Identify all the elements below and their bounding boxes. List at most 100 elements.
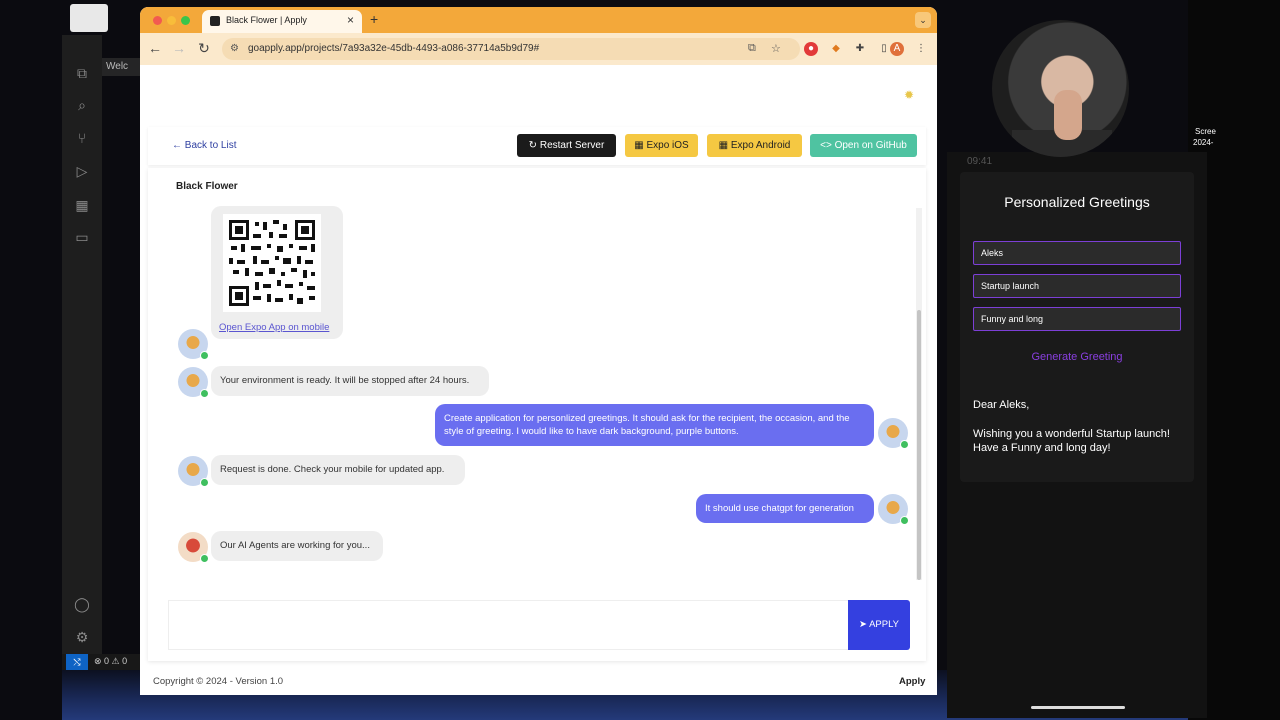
vscode-tab-label: Welc bbox=[106, 61, 129, 72]
source-control-icon[interactable]: ⑂ bbox=[74, 130, 90, 146]
explorer-icon[interactable]: ⧉ bbox=[74, 65, 90, 81]
online-status-dot bbox=[200, 478, 209, 487]
restart-server-label: Restart Server bbox=[539, 140, 605, 151]
qr-icon: ▦ bbox=[718, 140, 729, 151]
tab-close-icon[interactable]: × bbox=[347, 13, 354, 27]
expo-ios-button[interactable]: ▦ Expo iOS bbox=[625, 134, 698, 157]
settings-gear-icon[interactable]: ⚙ bbox=[74, 629, 90, 645]
agent-avatar bbox=[178, 456, 209, 487]
greeting-app-screen: Personalized Greetings Aleks Startup lau… bbox=[960, 172, 1194, 482]
chat-scrollbar-thumb[interactable] bbox=[917, 310, 921, 580]
problems-count[interactable]: ⊗ 0 ⚠ 0 bbox=[94, 656, 127, 667]
remote-explorer-icon[interactable]: ▭ bbox=[74, 229, 90, 245]
project-title: Black Flower bbox=[176, 181, 238, 192]
maximize-window-button[interactable] bbox=[181, 16, 190, 25]
desktop-screenshot-date: 2024- bbox=[1193, 138, 1214, 147]
extension-red-icon[interactable]: ● bbox=[804, 42, 818, 56]
chat-card: Black Flower Open Expo App on mobile You… bbox=[148, 168, 926, 661]
back-arrow-icon[interactable]: ← bbox=[146, 40, 164, 56]
search-icon[interactable]: ⌕ bbox=[74, 97, 90, 113]
phone-status-time: 09:41 bbox=[967, 156, 993, 167]
minimize-window-button[interactable] bbox=[167, 16, 176, 25]
online-status-dot bbox=[200, 554, 209, 563]
extensions-icon[interactable]: ▦ bbox=[74, 197, 90, 213]
app-title: Personalized Greetings bbox=[1004, 194, 1150, 210]
apply-button[interactable]: ➤ APPLY bbox=[848, 600, 910, 650]
ai-agent-avatar bbox=[178, 532, 209, 563]
user-message: It should use chatgpt for generation bbox=[696, 494, 874, 523]
run-debug-icon[interactable]: ▷ bbox=[74, 163, 90, 179]
generated-greeting: Dear Aleks, Wishing you a wonderful Star… bbox=[973, 398, 1183, 455]
expo-android-button[interactable]: ▦ Expo Android bbox=[707, 134, 802, 157]
favicon-icon bbox=[210, 16, 220, 26]
agent-message: Our AI Agents are working for you... bbox=[211, 531, 383, 561]
address-bar: ← → ↻ ⚙ goapply.app/projects/7a93a32e-45… bbox=[140, 33, 937, 65]
extensions-puzzle-icon[interactable]: ✚ bbox=[853, 42, 867, 56]
prompt-input[interactable] bbox=[168, 600, 850, 650]
account-icon[interactable]: ◯ bbox=[74, 596, 90, 612]
qr-message-bubble: Open Expo App on mobile bbox=[211, 206, 343, 339]
browser-menu-icon[interactable]: ⋮ bbox=[914, 42, 928, 56]
qr-icon: ▦ bbox=[634, 140, 644, 151]
occasion-field[interactable]: Startup launch bbox=[973, 274, 1181, 298]
code-icon: <> bbox=[820, 140, 832, 151]
expo-ios-label: Expo iOS bbox=[646, 140, 689, 151]
desktop-screenshot-label: Scree bbox=[1195, 127, 1216, 136]
url-field[interactable]: ⚙ goapply.app/projects/7a93a32e-45db-449… bbox=[222, 38, 800, 60]
expo-qr-code bbox=[223, 214, 321, 312]
agent-avatar bbox=[178, 367, 209, 398]
online-status-dot bbox=[900, 516, 909, 525]
install-app-icon[interactable]: ⧉ bbox=[748, 42, 756, 55]
greeting-body: Wishing you a wonderful Startup launch! bbox=[973, 428, 1170, 440]
vscode-activity-bar: ⧉ ⌕ ⑂ ▷ ▦ ▭ ◯ ⚙ bbox=[62, 35, 102, 670]
back-to-list-link[interactable]: ← Back to List bbox=[172, 140, 236, 151]
new-tab-button[interactable]: + bbox=[370, 11, 378, 27]
back-to-list-label: Back to List bbox=[184, 140, 237, 151]
user-avatar bbox=[878, 494, 909, 525]
webcam-hand bbox=[1054, 90, 1082, 140]
recipient-field[interactable]: Aleks bbox=[973, 241, 1181, 265]
vscode-status-bar: ⤭ ⊗ 0 ⚠ 0 bbox=[62, 654, 140, 670]
open-github-button[interactable]: <> Open on GitHub bbox=[810, 134, 917, 157]
phone-simulator: 09:41 Personalized Greetings Aleks Start… bbox=[947, 152, 1207, 718]
site-info-icon[interactable]: ⚙ bbox=[230, 43, 239, 54]
close-window-button[interactable] bbox=[153, 16, 162, 25]
arrow-left-icon: ← bbox=[172, 140, 182, 151]
reload-icon[interactable]: ↻ bbox=[195, 40, 213, 57]
agent-message: Your environment is ready. It will be st… bbox=[211, 366, 489, 396]
tab-title: Black Flower | Apply bbox=[226, 15, 307, 25]
home-indicator[interactable] bbox=[1031, 706, 1125, 709]
profile-avatar[interactable]: A bbox=[890, 42, 904, 56]
greeting-closing: Have a Funny and long day! bbox=[973, 442, 1111, 454]
agent-avatar bbox=[178, 329, 209, 360]
desktop-file-icon[interactable] bbox=[70, 4, 108, 32]
open-expo-app-link[interactable]: Open Expo App on mobile bbox=[219, 322, 329, 333]
restart-icon: ↻ bbox=[528, 140, 538, 151]
user-message: Create application for personlized greet… bbox=[435, 404, 874, 446]
apply-label: APPLY bbox=[869, 619, 900, 630]
restart-server-button[interactable]: ↻ Restart Server bbox=[517, 134, 616, 157]
tab-search-chevron-icon[interactable]: ⌄ bbox=[915, 12, 931, 28]
tab-bar: Black Flower | Apply × + ⌄ bbox=[140, 7, 937, 33]
online-status-dot bbox=[200, 351, 209, 360]
sidebar-icon[interactable]: ▯ bbox=[877, 42, 891, 56]
footer-copyright: Copyright © 2024 - Version 1.0 bbox=[153, 676, 284, 687]
vscode-welcome-tab[interactable]: Welc bbox=[102, 58, 142, 76]
generate-greeting-button[interactable]: Generate Greeting bbox=[960, 351, 1194, 363]
user-avatar bbox=[878, 418, 909, 449]
expo-android-label: Expo Android bbox=[730, 140, 791, 151]
theme-toggle-sun-icon[interactable]: ✹ bbox=[904, 88, 914, 102]
agent-message: Request is done. Check your mobile for u… bbox=[211, 455, 465, 485]
chat-messages: Open Expo App on mobile Your environment… bbox=[158, 206, 916, 582]
browser-window: Black Flower | Apply × + ⌄ ← → ↻ ⚙ goapp… bbox=[140, 7, 937, 695]
remote-indicator-icon[interactable]: ⤭ bbox=[66, 654, 88, 670]
style-field[interactable]: Funny and long bbox=[973, 307, 1181, 331]
url-text: goapply.app/projects/7a93a32e-45db-4493-… bbox=[248, 43, 540, 54]
footer-brand-link[interactable]: Apply bbox=[899, 676, 925, 687]
browser-tab[interactable]: Black Flower | Apply × bbox=[202, 10, 362, 33]
bookmark-star-icon[interactable]: ☆ bbox=[771, 42, 781, 55]
greeting-salutation: Dear Aleks, bbox=[973, 399, 1030, 411]
forward-arrow-icon[interactable]: → bbox=[170, 40, 188, 56]
metamask-icon[interactable]: ◆ bbox=[829, 42, 843, 56]
send-icon: ➤ bbox=[858, 619, 867, 630]
